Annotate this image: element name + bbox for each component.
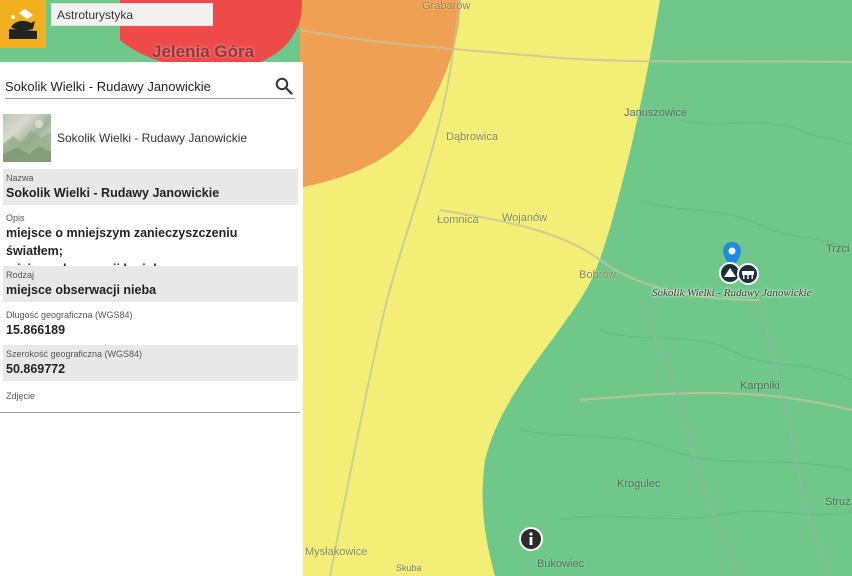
attr-longitude: Długość geograficzna (WGS84) 15.866189 [3,306,298,342]
place-label-struz: Struż [825,496,851,508]
place-label-skuba: Skuba [396,563,422,573]
divider [0,412,300,413]
astro-logo-icon [9,9,37,39]
info-panel: Sokolik Wielki - Rudawy Janowickie Nazwa… [0,62,303,576]
poi-label[interactable]: Sokolik Wielki - Rudawy Janowickie [652,287,811,299]
attr-longitude-key: Długość geograficzna (WGS84) [6,310,133,320]
search-icon[interactable] [275,77,293,95]
info-icon[interactable] [519,527,543,551]
search-input[interactable] [5,76,267,96]
attr-name-value: Sokolik Wielki - Rudawy Janowickie [6,186,220,200]
attr-latitude: Szerokość geograficzna (WGS84) 50.869772 [3,345,298,381]
telescope-icon[interactable] [737,263,759,285]
result-title: Sokolik Wielki - Rudawy Janowickie [57,131,248,145]
place-label-bukowiec: Bukowiec [537,558,585,570]
attr-description-key: Opis [6,213,25,223]
app-logo[interactable] [0,0,46,48]
search-bar [5,72,295,99]
search-result-item[interactable]: Sokolik Wielki - Rudawy Janowickie [3,113,298,163]
attr-type-value: miejsce obserwacji nieba [6,283,157,297]
attr-description-value-line1: miejsce o mniejszym zanieczyszczeniu świ… [6,226,238,258]
place-label-karpniki: Karpniki [740,380,780,392]
attr-photo-key: Zdjęcie [6,391,36,401]
app-title: Astroturystyka [51,3,213,26]
place-label-wojanow: Wojanów [502,212,548,224]
place-label-krogulec: Krogulec [617,478,661,490]
place-label-bobrow: Bobrów [579,269,617,281]
attr-type-key: Rodzaj [6,270,35,280]
result-thumbnail [3,114,51,162]
place-label-myslakowice: Mysłakowice [305,546,368,558]
place-label-trzci: Trzci [826,243,850,255]
place-label-lomnica: Łomnica [437,214,479,226]
attr-latitude-value: 50.869772 [6,362,66,376]
attr-longitude-value: 15.866189 [6,323,66,337]
place-label-jelenia-gora: Jelenia Góra [152,42,255,61]
place-label-grabarow: Grabarów [422,0,471,12]
place-label-januszowice: Januszowice [624,107,687,119]
attr-name: Nazwa Sokolik Wielki - Rudawy Janowickie [3,169,298,205]
attr-photo: Zdjęcie [3,387,298,405]
place-label-dabrowica: Dąbrowica [446,131,498,143]
attr-name-key: Nazwa [6,173,34,183]
attr-latitude-key: Szerokość geograficzna (WGS84) [6,349,143,359]
attr-type: Rodzaj miejsce obserwacji nieba [3,266,298,302]
